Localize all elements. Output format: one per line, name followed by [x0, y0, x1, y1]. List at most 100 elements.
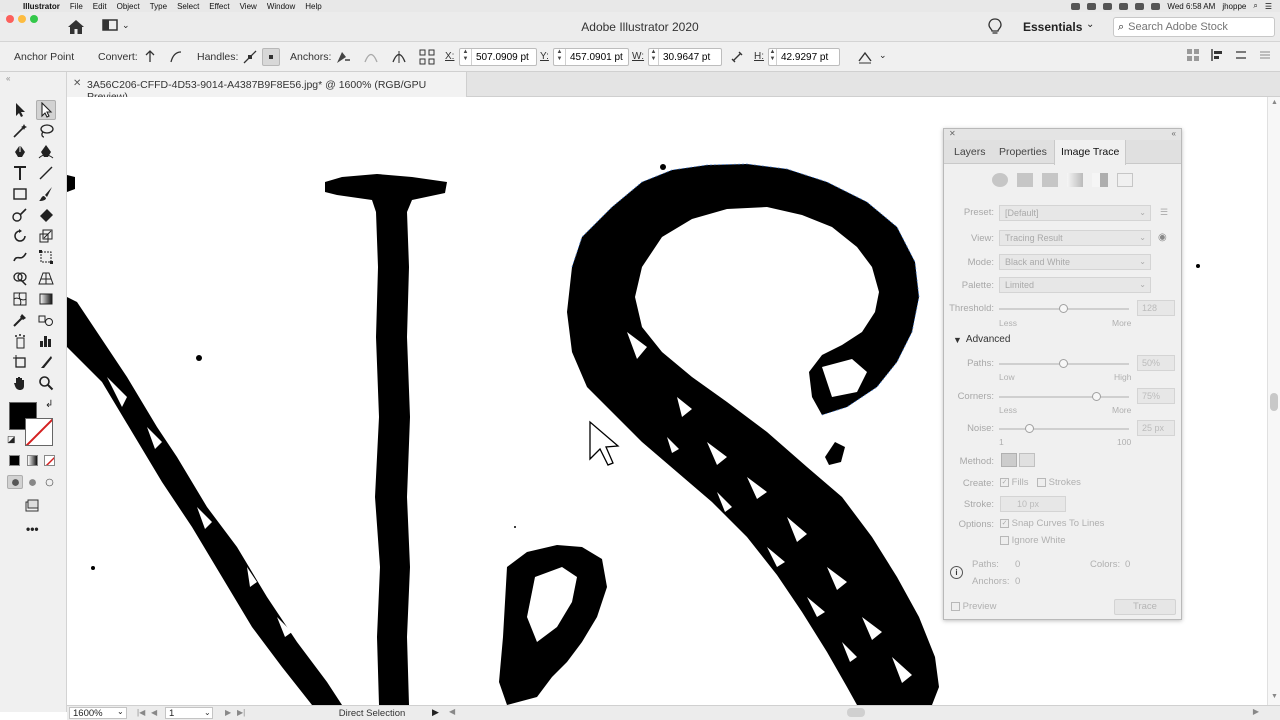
grayscale-icon[interactable] [1067, 173, 1083, 187]
y-stepper[interactable]: ▲ ▼ [554, 49, 566, 65]
color-mode-button[interactable] [9, 455, 20, 466]
edit-toolbar-icon[interactable]: ••• [26, 522, 39, 536]
slider-knob[interactable] [1059, 359, 1068, 368]
ignore-white-checkbox[interactable]: Ignore White [1000, 535, 1066, 546]
h-field[interactable]: ▲ ▼ [768, 48, 840, 66]
status-text[interactable]: Direct Selection [307, 708, 437, 719]
h-input[interactable] [777, 51, 839, 63]
last-artboard-icon[interactable]: ▶| [237, 708, 245, 717]
direct-selection-tool[interactable] [36, 100, 56, 120]
artboard-tool[interactable] [10, 352, 30, 372]
chevron-down-icon[interactable]: ⌄ [204, 708, 211, 717]
shaper-tool[interactable] [10, 205, 30, 225]
connect-anchors-icon[interactable] [362, 48, 380, 66]
w-input[interactable] [659, 51, 721, 63]
tab-layers[interactable]: Layers [948, 140, 992, 164]
lightbulb-icon[interactable] [987, 18, 1003, 36]
previous-artboard-icon[interactable]: ◀ [151, 708, 157, 717]
collapse-icon[interactable]: « [1172, 129, 1176, 138]
screen-mode-button[interactable] [22, 496, 42, 516]
artwork-teardrop[interactable] [825, 442, 845, 465]
x-stepper[interactable]: ▲ ▼ [460, 49, 472, 65]
manage-presets-icon[interactable]: ☰ [1160, 207, 1168, 218]
menu-app-name[interactable]: Illustrator [18, 2, 65, 11]
mesh-tool[interactable] [10, 289, 30, 309]
high-color-icon[interactable] [1017, 173, 1033, 187]
notification-center-icon[interactable]: ☰ [1265, 2, 1272, 11]
scroll-down-icon[interactable]: ▼ [1271, 693, 1278, 700]
eyedropper-tool[interactable] [10, 310, 30, 330]
paths-value[interactable]: 50% [1137, 355, 1175, 371]
draw-behind-button[interactable] [24, 475, 40, 489]
corners-value[interactable]: 75% [1137, 388, 1175, 404]
first-artboard-icon[interactable]: |◀ [137, 708, 145, 717]
scroll-thumb[interactable] [1270, 393, 1278, 411]
convert-to-smooth-icon[interactable] [167, 48, 185, 66]
eye-icon[interactable]: ◉ [1158, 232, 1167, 243]
rotate-tool[interactable] [10, 226, 30, 246]
rectangle-tool[interactable] [10, 184, 30, 204]
tab-properties[interactable]: Properties [993, 140, 1053, 164]
gradient-mode-button[interactable] [27, 455, 38, 466]
default-fill-stroke-icon[interactable]: ◪ [7, 434, 16, 445]
panel-title-bar[interactable]: ✕ « [944, 129, 1181, 140]
w-stepper[interactable]: ▲ ▼ [649, 49, 659, 65]
view-select[interactable]: Tracing Result ⌄ [999, 230, 1151, 246]
x-field[interactable]: ▲ ▼ [459, 48, 537, 66]
slider-knob[interactable] [1091, 392, 1101, 401]
gradient-tool[interactable] [36, 289, 56, 309]
curvature-tool[interactable] [36, 142, 56, 162]
draw-normal-button[interactable] [7, 475, 23, 489]
magic-wand-tool[interactable] [10, 121, 30, 141]
menu-edit[interactable]: Edit [88, 2, 112, 11]
fills-checkbox[interactable]: ✓ Fills [1000, 477, 1029, 488]
symbol-sprayer-tool[interactable] [10, 331, 30, 351]
menu-window[interactable]: Window [262, 2, 300, 11]
status-icon[interactable] [1071, 2, 1081, 10]
advanced-disclosure[interactable]: ▼ Advanced [953, 334, 1010, 345]
scroll-up-icon[interactable]: ▲ [1271, 99, 1278, 106]
blend-tool[interactable] [36, 310, 56, 330]
menu-type[interactable]: Type [145, 2, 172, 11]
eraser-tool[interactable] [36, 205, 56, 225]
type-tool[interactable] [10, 163, 30, 183]
arrange-panels-icon[interactable] [1186, 48, 1200, 62]
wifi-icon[interactable] [1119, 2, 1129, 10]
user-name[interactable]: jhoppe [1222, 2, 1246, 11]
warp-tool[interactable] [10, 247, 30, 267]
zoom-tool[interactable] [36, 373, 56, 393]
chevron-down-icon[interactable]: ⌄ [117, 707, 124, 716]
line-segment-tool[interactable] [36, 163, 56, 183]
scroll-right-icon[interactable]: ▶ [1253, 707, 1259, 716]
w-field[interactable]: ▲ ▼ [648, 48, 722, 66]
workspace-switcher[interactable]: Essentials [1023, 20, 1082, 34]
scale-tool[interactable] [36, 226, 56, 246]
corners-slider[interactable] [999, 392, 1129, 401]
stroke-width-field[interactable]: 10 px [1000, 496, 1066, 512]
hide-handles-button[interactable] [262, 48, 280, 66]
stock-search-box[interactable]: ⌕ [1113, 17, 1275, 37]
none-mode-button[interactable] [44, 455, 55, 466]
menu-object[interactable]: Object [112, 2, 145, 11]
slider-knob[interactable] [1059, 304, 1068, 313]
free-transform-tool[interactable] [36, 247, 56, 267]
status-menu-icon[interactable]: ▶ [432, 707, 439, 718]
transform-icon[interactable] [1234, 48, 1248, 62]
artwork-vertical-stroke[interactable] [325, 174, 447, 705]
preset-select[interactable]: [Default] ⌄ [999, 205, 1151, 221]
x-input[interactable] [472, 51, 534, 63]
document-tab[interactable]: ✕ 3A56C206-CFFD-4D53-9014-A4387B9F8E56.j… [67, 72, 467, 103]
snap-curves-checkbox[interactable]: ✓ Snap Curves To Lines [1000, 518, 1104, 529]
chevron-down-icon[interactable]: ⌄ [1086, 19, 1094, 30]
swap-fill-stroke-icon[interactable]: ↲ [45, 399, 53, 410]
collapse-panel-icon[interactable]: « [6, 74, 10, 83]
paths-slider[interactable] [999, 359, 1129, 368]
perspective-grid-tool[interactable] [36, 268, 56, 288]
noise-value[interactable]: 25 px [1137, 420, 1175, 436]
menu-effect[interactable]: Effect [204, 2, 234, 11]
status-icon[interactable] [1103, 2, 1113, 10]
column-graph-tool[interactable] [36, 331, 56, 351]
noise-slider[interactable] [999, 424, 1129, 433]
status-icon[interactable] [1087, 2, 1097, 10]
hand-tool[interactable] [10, 373, 30, 393]
